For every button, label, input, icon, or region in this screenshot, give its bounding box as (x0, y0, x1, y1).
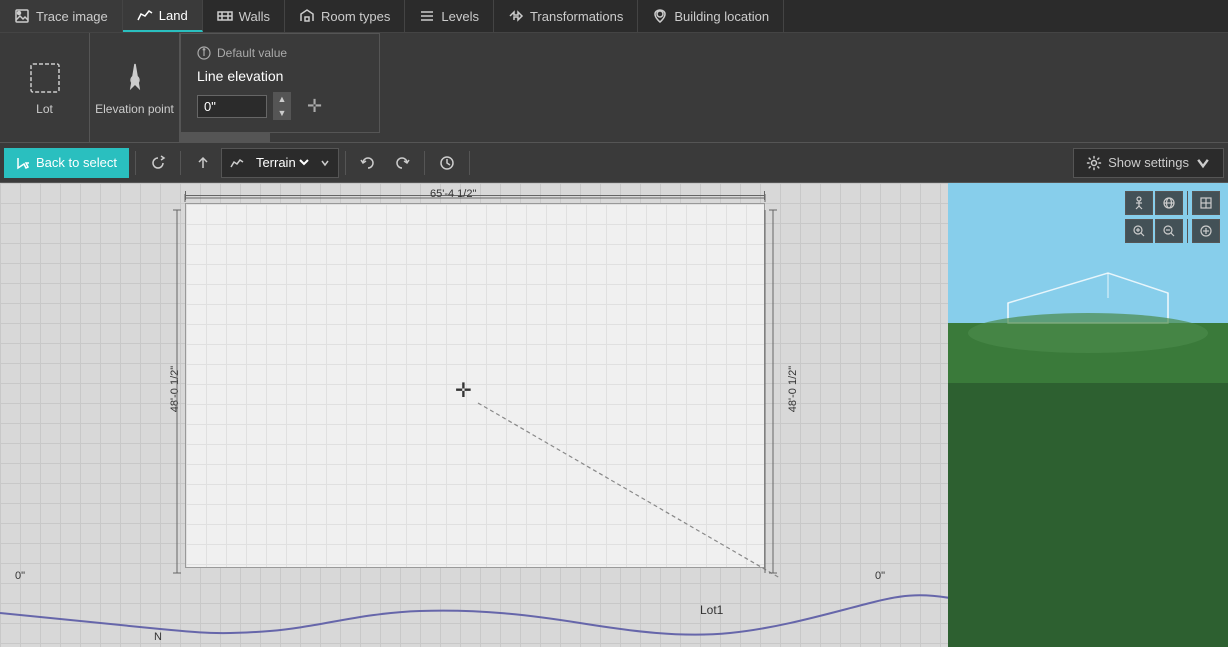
popup-input-row: ▲ ▼ ✛ (197, 92, 363, 120)
popup-label: Line elevation (197, 68, 363, 84)
3d-person-btn[interactable] (1125, 191, 1153, 215)
top-dimension-label: 65'-4 1/2" (430, 188, 476, 200)
tab-land-label: Land (159, 8, 188, 23)
elevation-popup: Default value Line elevation ▲ ▼ ✛ (180, 33, 380, 133)
tab-walls[interactable]: Walls (203, 0, 285, 32)
tool-lot[interactable]: Lot (0, 33, 90, 142)
3d-reset-btn[interactable] (1192, 219, 1220, 243)
tab-levels[interactable]: Levels (405, 0, 494, 32)
tab-land[interactable]: Land (123, 0, 203, 32)
tab-building-location-label: Building location (674, 9, 769, 24)
rpt-row-1 (1125, 191, 1220, 215)
show-settings-button[interactable]: Show settings (1073, 148, 1224, 178)
move-up-button[interactable] (187, 148, 219, 178)
spin-buttons: ▲ ▼ (273, 92, 291, 120)
tab-transformations[interactable]: Transformations (494, 0, 638, 32)
3d-zoom-in-btn[interactable] (1125, 219, 1153, 243)
elevation-value-input[interactable] (197, 95, 267, 118)
main-area: 65'-4 1/2" 48'-0 1/2" 48'-0 1/2" 0" 0" ✛… (0, 183, 1228, 647)
tool-elevation-point-label: Elevation point (95, 102, 174, 116)
redo-button[interactable] (386, 148, 418, 178)
terrain-dropdown[interactable]: Terrain (252, 154, 312, 171)
tab-building-location[interactable]: Building location (638, 0, 784, 32)
bottom-left-dim-label: 0" (15, 570, 25, 582)
refresh-button[interactable] (142, 148, 174, 178)
rpt-divider (1187, 191, 1188, 215)
tab-transformations-label: Transformations (530, 9, 623, 24)
separator-3 (345, 151, 346, 175)
3d-view (948, 183, 1228, 647)
tool-elevation-point[interactable]: Elevation point (90, 33, 180, 142)
separator-1 (135, 151, 136, 175)
tool-panel: Lot Elevation point Elevation line Defau… (0, 33, 1228, 143)
tab-room-types[interactable]: Room types (285, 0, 405, 32)
north-indicator: N (154, 631, 162, 643)
tab-room-types-label: Room types (321, 9, 390, 24)
back-to-select-label: Back to select (36, 155, 117, 170)
terrain-select-wrapper[interactable]: Terrain (221, 148, 339, 178)
top-nav: Trace image Land Walls Room types Levels… (0, 0, 1228, 33)
action-toolbar: Back to select Terrain Show settings (0, 143, 1228, 183)
canvas-area[interactable]: 65'-4 1/2" 48'-0 1/2" 48'-0 1/2" 0" 0" ✛… (0, 183, 948, 647)
left-dimension-label: 48'-0 1/2" (169, 366, 181, 412)
move-cursor-icon: ✛ (455, 378, 472, 403)
3d-zoom-out-btn[interactable] (1155, 219, 1183, 243)
cursor-move-icon: ✛ (307, 96, 322, 117)
right-panel-tools (1125, 191, 1220, 243)
separator-4 (424, 151, 425, 175)
spin-down-button[interactable]: ▼ (273, 106, 291, 120)
rpt-row-2 (1125, 219, 1220, 243)
right-dimension-label: 48'-0 1/2" (787, 366, 799, 412)
3d-globe-btn[interactable] (1155, 191, 1183, 215)
popup-title-text: Default value (217, 46, 287, 60)
right-3d-panel (948, 183, 1228, 647)
rpt-divider-2 (1187, 219, 1188, 243)
tab-levels-label: Levels (441, 9, 479, 24)
tab-trace-image-label: Trace image (36, 9, 108, 24)
bottom-right-dim-label: 0" (875, 570, 885, 582)
back-to-select-button[interactable]: Back to select (4, 148, 129, 178)
show-settings-label: Show settings (1108, 155, 1189, 170)
separator-5 (469, 151, 470, 175)
popup-title-row: Default value (197, 46, 363, 60)
tab-walls-label: Walls (239, 9, 270, 24)
tool-lot-label: Lot (36, 102, 53, 116)
separator-2 (180, 151, 181, 175)
spin-up-button[interactable]: ▲ (273, 92, 291, 106)
refresh-alt-button[interactable] (431, 148, 463, 178)
undo-button[interactable] (352, 148, 384, 178)
tab-trace-image[interactable]: Trace image (0, 0, 123, 32)
3d-grid-btn[interactable] (1192, 191, 1220, 215)
lot-label: Lot1 (700, 603, 723, 617)
drawing-area (185, 203, 765, 568)
